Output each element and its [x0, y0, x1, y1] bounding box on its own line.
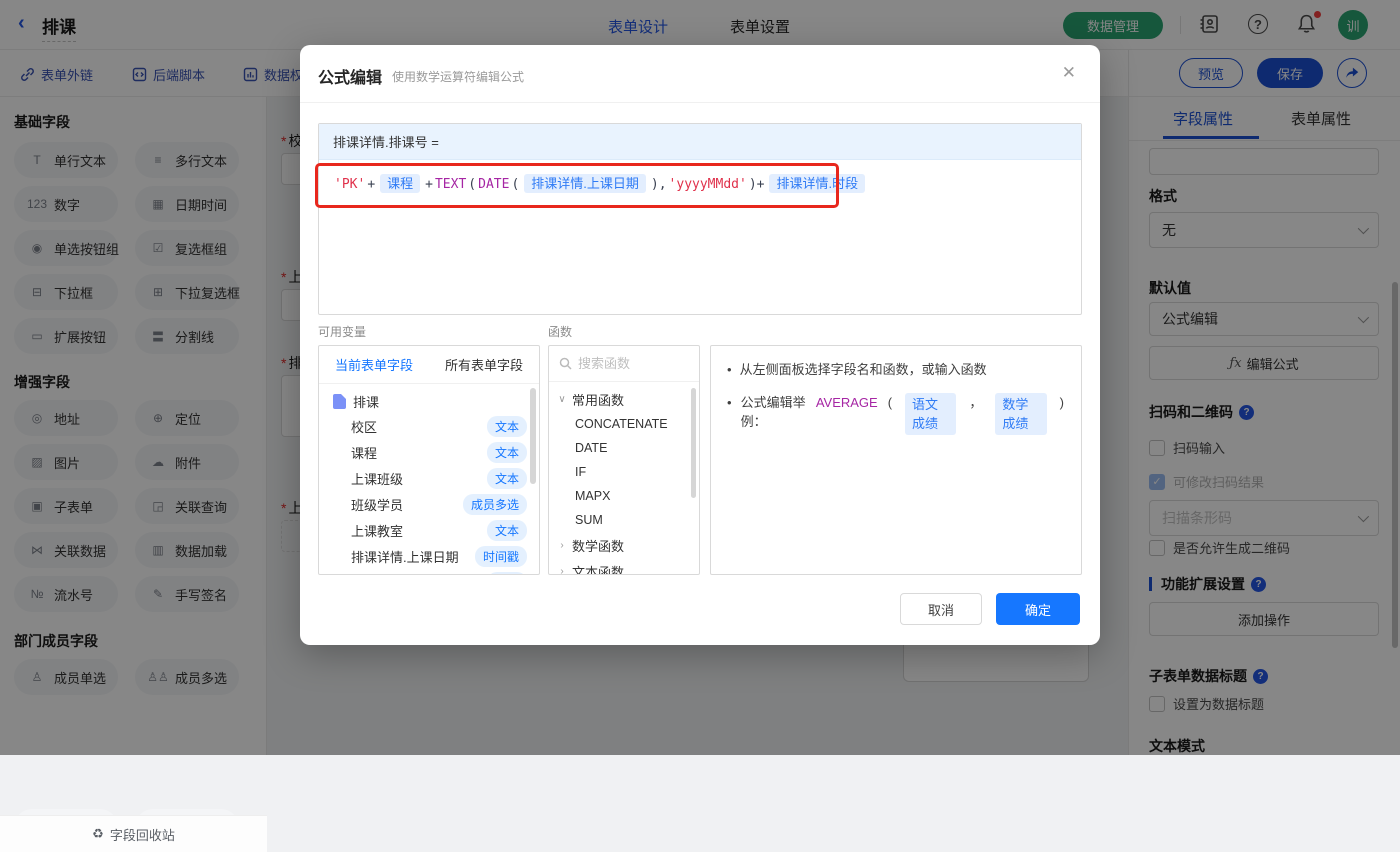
function-group-label: 常用函数 — [572, 392, 625, 408]
function-group-text[interactable]: › 文本函数 — [549, 558, 699, 575]
chevron-collapsed-icon: › — [560, 565, 564, 575]
formula-token: ( — [511, 177, 520, 192]
tab-all-form-fields[interactable]: 所有表单字段 — [445, 355, 523, 374]
help-tip-2: • 公式编辑举例： AVERAGE ( 语文成绩 ， 数学成绩) — [711, 393, 1081, 435]
variable-name: 课程 — [351, 445, 378, 461]
formula-token: + — [367, 177, 376, 192]
variable-name: 排课详情.上课日期 — [351, 549, 459, 565]
variable-name: 校区 — [351, 419, 378, 435]
function-item[interactable]: IF — [549, 460, 699, 484]
formula-token: TEXT — [434, 177, 467, 192]
cancel-button[interactable]: 取消 — [900, 593, 982, 625]
variable-row[interactable]: 排课详情.上课日期 时间戳 — [319, 543, 539, 569]
variable-type-badge: 文本 — [486, 467, 527, 489]
example-token: ( — [887, 395, 893, 410]
bullet-icon: • — [727, 395, 732, 410]
formula-token: ), — [650, 177, 667, 192]
formula-editor[interactable]: 排课详情.排课号 = 'PK' + 课程 + TEXT(DATE(排课详情.上课日期),… — [318, 123, 1082, 315]
function-item[interactable]: MAPX — [549, 484, 699, 508]
recycle-icon: ♻ — [92, 826, 104, 841]
formula-token: + — [425, 177, 433, 192]
variables-label: 可用变量 — [318, 325, 367, 339]
function-list: CONCATENATE DATE IF MAPX SUM — [549, 412, 699, 532]
form-doc-icon — [333, 394, 346, 409]
example-token: 公式编辑举例： — [740, 395, 806, 429]
example-token: 语文成绩 — [905, 393, 957, 435]
variable-row[interactable]: 班级学员 成员多选 — [319, 491, 539, 517]
variables-tabs: 当前表单字段 所有表单字段 — [319, 346, 539, 384]
example-token: ) — [1059, 395, 1064, 410]
variable-type-badge: 成员多选 — [462, 493, 527, 515]
field-recycle-bin[interactable]: ♻ 字段回收站 — [0, 815, 267, 852]
bullet-icon: • — [727, 362, 732, 377]
variable-name: 上课教室 — [351, 523, 404, 539]
variable-row[interactable]: 课程 文本 — [319, 439, 539, 465]
variables-panel: 当前表单字段 所有表单字段 排课 校区 文本 课程 文本 上课班级 文本 班级学… — [318, 345, 540, 575]
function-group-common[interactable]: ∨ 常用函数 — [549, 386, 699, 412]
function-item[interactable]: SUM — [549, 508, 699, 532]
search-icon — [559, 357, 572, 370]
function-item[interactable]: DATE — [549, 436, 699, 460]
formula-token: )+ — [748, 177, 765, 192]
example-token: ， — [969, 395, 983, 410]
function-item[interactable]: CONCATENATE — [549, 412, 699, 436]
modal-subtitle: 使用数学运算符编辑公式 — [392, 70, 525, 84]
formula-target: 排课详情.排课号 = — [319, 124, 1081, 160]
formula-token: ( — [468, 177, 477, 192]
formula-token: 'yyyyMMdd' — [668, 177, 747, 192]
functions-scrollbar[interactable] — [691, 388, 696, 498]
help-tip-1: • 从左侧面板选择字段名和函数，或输入函数 — [727, 362, 987, 377]
variable-type-badge: 文本 — [486, 571, 527, 574]
variable-type-badge: 文本 — [486, 519, 527, 541]
formula-token: 排课详情.上课日期 — [524, 174, 646, 193]
example-token: 数学成绩 — [995, 393, 1047, 435]
modal-header: 公式编辑 使用数学运算符编辑公式 ✕ — [300, 45, 1100, 103]
variable-name: 排课详情.时段 — [351, 573, 487, 575]
variable-type-badge: 时间戳 — [474, 545, 527, 567]
formula-token: DATE — [478, 177, 510, 192]
formula-editor-modal: 公式编辑 使用数学运算符编辑公式 ✕ 排课详情.排课号 = 'PK' + 课程 + TE… — [300, 45, 1100, 645]
variable-row[interactable]: 上课班级 文本 — [319, 465, 539, 491]
variable-row[interactable]: 校区 文本 — [319, 413, 539, 439]
chevron-collapsed-icon: › — [560, 539, 564, 551]
formula-token: 排课详情.时段 — [769, 174, 866, 193]
modal-title: 公式编辑 — [318, 70, 383, 87]
functions-panel: ∨ 常用函数 CONCATENATEDATEIFMAPXSUM › 数学函数 ›… — [548, 345, 700, 575]
variable-type-badge: 文本 — [486, 415, 527, 437]
recycle-label: 字段回收站 — [109, 827, 175, 843]
formula-token: 课程 — [380, 174, 421, 193]
formula-expression[interactable]: 'PK' + 课程 + TEXT(DATE(排课详情.上课日期),'yyyyMMdd')… — [319, 160, 1081, 209]
variables-scrollbar[interactable] — [530, 388, 536, 484]
tab-current-form-fields[interactable]: 当前表单字段 — [335, 355, 413, 374]
example-token: AVERAGE — [815, 395, 878, 410]
variables-list: 校区 文本 课程 文本 上课班级 文本 班级学员 成员多选 上课教室 文本 排课… — [319, 413, 539, 575]
function-search — [549, 346, 699, 382]
function-search-input[interactable] — [578, 356, 678, 371]
confirm-button[interactable]: 确定 — [996, 593, 1080, 625]
variables-root-node[interactable]: 排课 — [319, 384, 539, 413]
chevron-expanded-icon: ∨ — [558, 393, 566, 405]
functions-label: 函数 — [548, 325, 573, 339]
function-group-label: 数学函数 — [572, 538, 625, 554]
variable-type-badge: 文本 — [486, 441, 527, 463]
variable-row[interactable]: 上课教室 文本 — [319, 517, 539, 543]
variable-name: 上课班级 — [351, 471, 404, 487]
function-group-label: 文本函数 — [572, 564, 625, 575]
close-icon[interactable]: ✕ — [1062, 63, 1076, 83]
variables-root-label: 排课 — [353, 395, 380, 410]
help-panel: • 从左侧面板选择字段名和函数，或输入函数 • 公式编辑举例： AVERAGE ( 语… — [710, 345, 1082, 575]
variable-name: 班级学员 — [351, 497, 404, 513]
formula-token: 'PK' — [334, 177, 366, 192]
function-group-math[interactable]: › 数学函数 — [549, 532, 699, 558]
variable-row[interactable]: 排课详情.时段 文本 — [319, 569, 539, 575]
